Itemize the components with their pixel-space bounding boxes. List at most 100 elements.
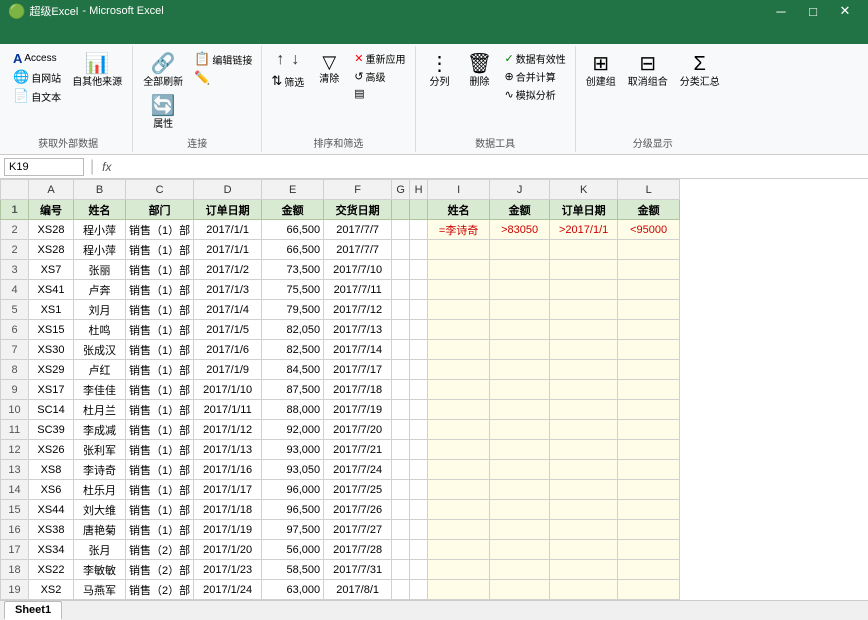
minimize-button[interactable]: ─: [766, 0, 796, 22]
cell-J17[interactable]: [490, 540, 550, 560]
cell-B18[interactable]: 李敏敏: [74, 560, 126, 580]
cell-H3[interactable]: [410, 260, 428, 280]
cell-L9[interactable]: [618, 380, 680, 400]
cell-K16[interactable]: [550, 520, 618, 540]
cell-C9[interactable]: 销售（1）部: [126, 380, 194, 400]
cell-L19[interactable]: [618, 580, 680, 600]
close-button[interactable]: ✕: [830, 0, 860, 22]
cell-F3[interactable]: 2017/7/10: [324, 260, 392, 280]
sheet-tab-sheet1[interactable]: Sheet1: [4, 601, 62, 620]
cell-G2[interactable]: [392, 220, 410, 240]
cell-B12[interactable]: 张利军: [74, 440, 126, 460]
cell-I15[interactable]: [428, 500, 490, 520]
cell-K7[interactable]: [550, 340, 618, 360]
cell-G15[interactable]: [392, 500, 410, 520]
cell-J19[interactable]: [490, 580, 550, 600]
cell-L17[interactable]: [618, 540, 680, 560]
col-header-C[interactable]: C: [126, 180, 194, 200]
cell-C14[interactable]: 销售（1）部: [126, 480, 194, 500]
cell-H6[interactable]: [410, 320, 428, 340]
cell-A3[interactable]: XS7: [29, 260, 74, 280]
access-button[interactable]: A Access: [10, 50, 64, 67]
cell-E5[interactable]: 79,500: [262, 300, 324, 320]
cell-L18[interactable]: [618, 560, 680, 580]
cell-B7[interactable]: 张成汉: [74, 340, 126, 360]
cell-I10[interactable]: [428, 400, 490, 420]
cell-I4[interactable]: [428, 280, 490, 300]
col-header-B[interactable]: B: [74, 180, 126, 200]
cell-B10[interactable]: 杜月兰: [74, 400, 126, 420]
cell-G8[interactable]: [392, 360, 410, 380]
cell-I3[interactable]: [428, 260, 490, 280]
cell-H12[interactable]: [410, 440, 428, 460]
cell-G11[interactable]: [392, 420, 410, 440]
cell-C12[interactable]: 销售（1）部: [126, 440, 194, 460]
cell-F19[interactable]: 2017/8/1: [324, 580, 392, 600]
cell-I2[interactable]: =李诗奇: [428, 220, 490, 240]
cell-I16[interactable]: [428, 520, 490, 540]
cell-D2[interactable]: 2017/1/1: [194, 220, 262, 240]
cell-D18[interactable]: 2017/1/23: [194, 560, 262, 580]
advanced-button[interactable]: ▤: [351, 86, 408, 101]
cell-B4[interactable]: 卢奔: [74, 280, 126, 300]
cell-D1[interactable]: 订单日期: [194, 200, 262, 220]
cell-D8[interactable]: 2017/1/9: [194, 360, 262, 380]
cell-A8[interactable]: XS29: [29, 360, 74, 380]
name-box[interactable]: [4, 158, 84, 176]
cell-B1[interactable]: 姓名: [74, 200, 126, 220]
cell-C8[interactable]: 销售（1）部: [126, 360, 194, 380]
cell-L2[interactable]: [618, 240, 680, 260]
cell-G4[interactable]: [392, 280, 410, 300]
cell-J15[interactable]: [490, 500, 550, 520]
cell-F1[interactable]: 交货日期: [324, 200, 392, 220]
cell-K2[interactable]: >2017/1/1: [550, 220, 618, 240]
cell-K14[interactable]: [550, 480, 618, 500]
cell-E2[interactable]: 66,500: [262, 240, 324, 260]
cell-A14[interactable]: XS6: [29, 480, 74, 500]
cell-K17[interactable]: [550, 540, 618, 560]
cell-I6[interactable]: [428, 320, 490, 340]
cell-L12[interactable]: [618, 440, 680, 460]
cell-H16[interactable]: [410, 520, 428, 540]
cell-I2[interactable]: [428, 240, 490, 260]
cell-D16[interactable]: 2017/1/19: [194, 520, 262, 540]
col-header-H[interactable]: H: [410, 180, 428, 200]
cell-C17[interactable]: 销售（2）部: [126, 540, 194, 560]
cell-E10[interactable]: 88,000: [262, 400, 324, 420]
col-header-I[interactable]: I: [428, 180, 490, 200]
cell-E11[interactable]: 92,000: [262, 420, 324, 440]
cell-D19[interactable]: 2017/1/24: [194, 580, 262, 600]
cell-K4[interactable]: [550, 280, 618, 300]
cell-A2[interactable]: XS28: [29, 240, 74, 260]
cell-G18[interactable]: [392, 560, 410, 580]
cell-I14[interactable]: [428, 480, 490, 500]
cell-K3[interactable]: [550, 260, 618, 280]
cell-B14[interactable]: 杜乐月: [74, 480, 126, 500]
cell-G3[interactable]: [392, 260, 410, 280]
cell-C5[interactable]: 销售（1）部: [126, 300, 194, 320]
cell-L11[interactable]: [618, 420, 680, 440]
col-header-K[interactable]: K: [550, 180, 618, 200]
cell-A19[interactable]: XS2: [29, 580, 74, 600]
subtotal-button[interactable]: Σ 分类汇总: [676, 50, 724, 91]
cell-J2[interactable]: [490, 240, 550, 260]
cell-F17[interactable]: 2017/7/28: [324, 540, 392, 560]
cell-B8[interactable]: 卢红: [74, 360, 126, 380]
cell-D6[interactable]: 2017/1/5: [194, 320, 262, 340]
cell-A18[interactable]: XS22: [29, 560, 74, 580]
whatif-button[interactable]: ∿ 模拟分析: [502, 86, 569, 103]
cell-C13[interactable]: 销售（1）部: [126, 460, 194, 480]
cell-K6[interactable]: [550, 320, 618, 340]
cell-E18[interactable]: 58,500: [262, 560, 324, 580]
col-header-F[interactable]: F: [324, 180, 392, 200]
cell-A7[interactable]: XS30: [29, 340, 74, 360]
properties-button[interactable]: 📋 编辑链接: [191, 50, 255, 68]
cell-E4[interactable]: 75,500: [262, 280, 324, 300]
cell-C18[interactable]: 销售（2）部: [126, 560, 194, 580]
cell-C19[interactable]: 销售（2）部: [126, 580, 194, 600]
cell-L14[interactable]: [618, 480, 680, 500]
cell-A4[interactable]: XS41: [29, 280, 74, 300]
cell-C15[interactable]: 销售（1）部: [126, 500, 194, 520]
existing-connections-button[interactable]: 🔗 全部刷新: [139, 50, 187, 91]
cell-H9[interactable]: [410, 380, 428, 400]
